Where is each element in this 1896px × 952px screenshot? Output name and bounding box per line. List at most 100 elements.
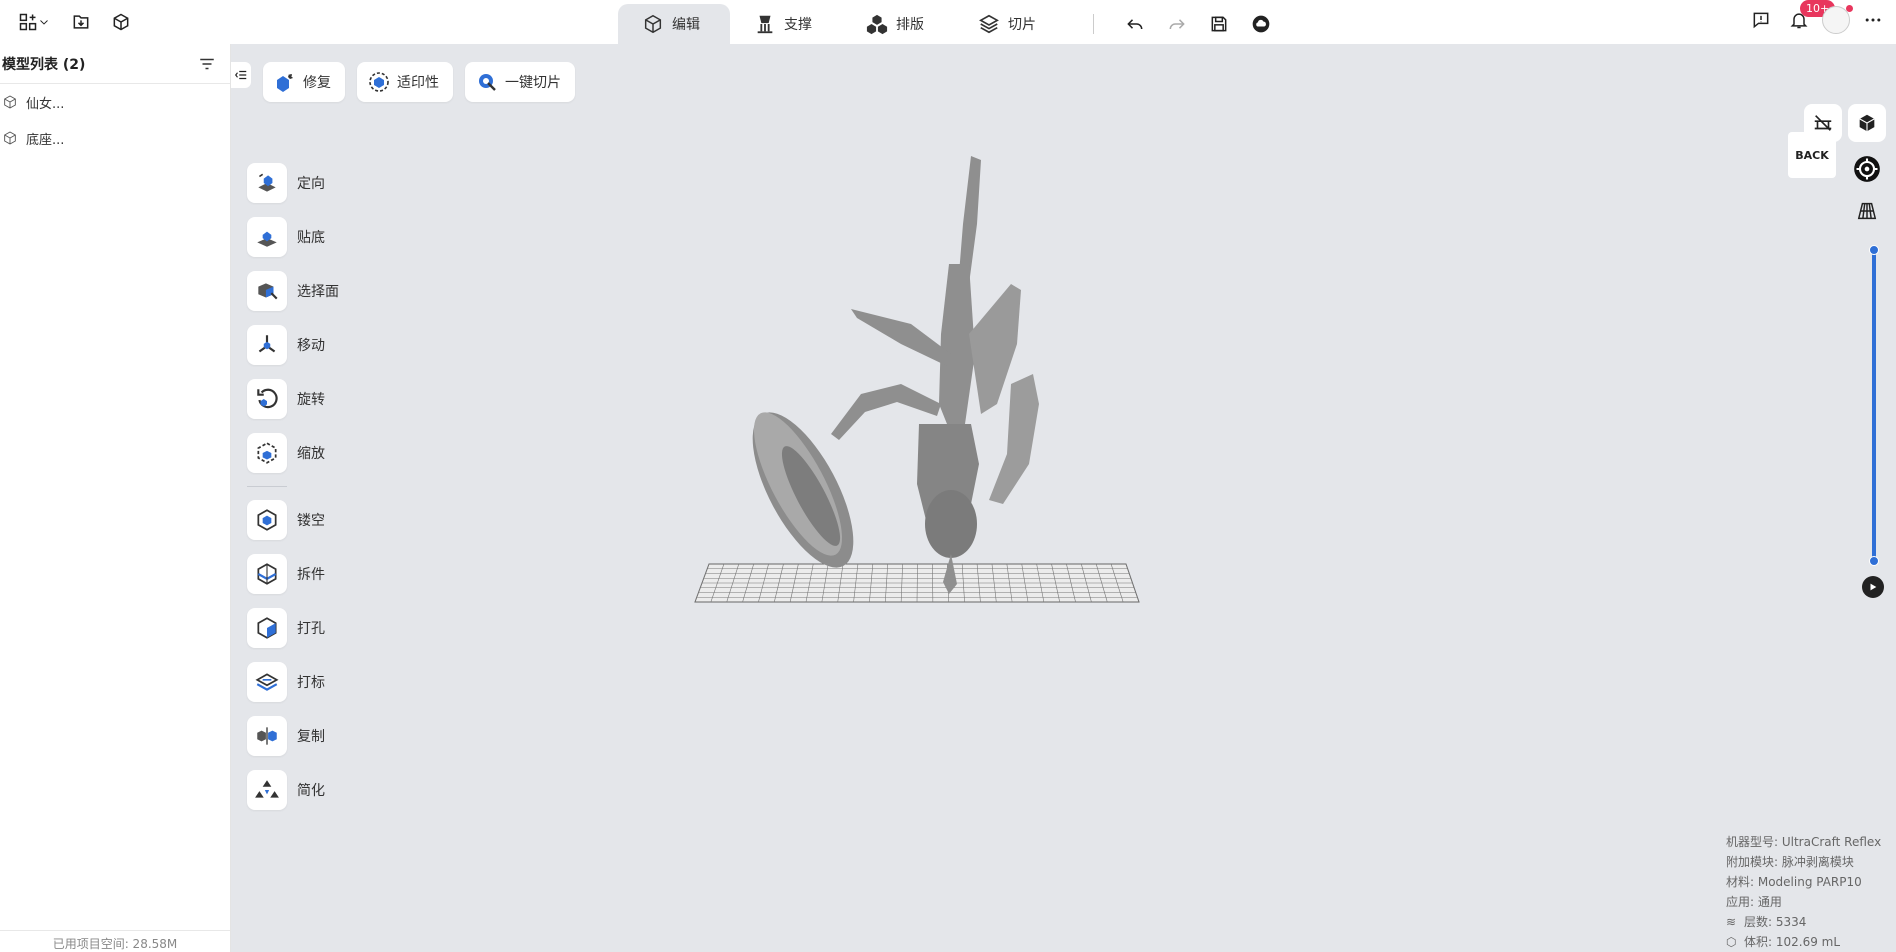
locate-button[interactable]	[1848, 150, 1886, 188]
arrange-icon	[866, 14, 888, 35]
simplify-icon	[255, 780, 279, 798]
more-icon	[1865, 18, 1881, 22]
apps-menu-button[interactable]	[12, 8, 56, 36]
chevron-down-icon	[40, 20, 48, 25]
model-scene[interactable]	[651, 104, 1291, 624]
cube-icon	[4, 131, 16, 145]
one-click-slice-button[interactable]: 一键切片	[465, 62, 575, 102]
model-name: 底座...	[26, 132, 65, 148]
rotate-icon	[257, 388, 278, 409]
redo-button[interactable]	[1162, 10, 1192, 38]
tool-select-face[interactable]: 选择面	[247, 264, 339, 318]
layer-count-value: 层数: 5334	[1744, 915, 1807, 929]
import-icon	[73, 15, 89, 29]
tool-move[interactable]: 移动	[247, 318, 339, 372]
tool-punch-hole[interactable]: 打孔	[247, 601, 339, 655]
play-icon	[1870, 583, 1877, 591]
import-button[interactable]	[66, 8, 96, 36]
feedback-icon	[1753, 12, 1769, 29]
tool-label: 旋转	[297, 392, 325, 408]
notifications-button[interactable]: 10+	[1784, 0, 1836, 34]
orient-icon	[258, 173, 276, 192]
model-list-title: 模型列表 (2)	[2, 56, 86, 73]
addon-module: 附加模块: 脉冲剥离模块	[1726, 855, 1854, 869]
avatar[interactable]	[1822, 5, 1853, 34]
tool-tile	[247, 433, 287, 473]
top-right-tools: 10+	[1746, 0, 1888, 34]
figure-model	[831, 156, 1039, 594]
cube-icon: ⬡	[1726, 935, 1737, 949]
tool-label: 打孔	[297, 621, 325, 637]
tab-label: 切片	[1008, 17, 1036, 33]
tool-simplify[interactable]: 简化	[247, 763, 339, 817]
3d-viewport[interactable]: 修复 适印性 一键切片 定向 贴底 选择面 移动 旋转 缩放 镂空 拆件 打孔 …	[231, 44, 1896, 952]
view-cube-button[interactable]	[1848, 104, 1886, 142]
tool-label: 拆件	[297, 567, 325, 583]
tool-label-mark[interactable]: 打标	[247, 655, 339, 709]
tool-orient[interactable]: 定向	[247, 156, 339, 210]
tool-tile	[247, 662, 287, 702]
more-button[interactable]	[1858, 6, 1888, 34]
tool-tile	[247, 217, 287, 257]
printability-button[interactable]: 适印性	[357, 62, 453, 102]
filter-icon[interactable]	[198, 55, 216, 73]
locate-icon	[1854, 156, 1880, 182]
tool-label: 缩放	[297, 446, 325, 462]
view-cube-icon	[1859, 114, 1875, 132]
tool-hollow[interactable]: 镂空	[247, 493, 339, 547]
feedback-button[interactable]	[1746, 6, 1776, 34]
tool-split[interactable]: 拆件	[247, 547, 339, 601]
material: 材料: Modeling PARP10	[1726, 875, 1862, 889]
tool-tile	[247, 716, 287, 756]
model-list-header: 模型列表 (2)	[0, 44, 230, 84]
play-button[interactable]	[1862, 576, 1884, 598]
undo-button[interactable]	[1120, 10, 1150, 38]
toolbar-divider	[247, 486, 287, 487]
model-library-button[interactable]	[106, 8, 136, 36]
collapse-panel-button[interactable]	[231, 62, 251, 88]
tool-scale[interactable]: 缩放	[247, 426, 339, 480]
undo-icon	[1127, 19, 1143, 30]
apps-grid-icon	[19, 13, 37, 31]
slider-top-handle[interactable]	[1869, 245, 1879, 255]
action-label: 适印性	[397, 75, 439, 91]
save-button[interactable]	[1204, 10, 1234, 38]
layers-icon: ≋	[1726, 915, 1737, 929]
model-item[interactable]: 底座...	[0, 120, 230, 156]
tool-tile	[247, 770, 287, 810]
volume-value: 体积: 102.69 mL	[1744, 935, 1841, 949]
top-bar: 编辑 支撑 排版 切片 10+	[0, 0, 1896, 44]
save-icon	[1211, 16, 1227, 32]
tab-edit[interactable]: 编辑	[618, 4, 730, 44]
repair-button[interactable]: 修复	[263, 62, 345, 102]
printability-icon	[369, 72, 389, 92]
select-face-icon	[258, 283, 278, 300]
hide-support-icon	[1814, 115, 1832, 131]
cloud-icon	[1252, 15, 1270, 33]
tool-lay-flat[interactable]: 贴底	[247, 210, 339, 264]
tab-arrange[interactable]: 排版	[842, 4, 954, 44]
slider-track	[1872, 250, 1876, 560]
lay-flat-icon	[257, 231, 277, 247]
model-item[interactable]: 仙女...	[0, 84, 230, 120]
tab-support[interactable]: 支撑	[730, 4, 842, 44]
action-label: 修复	[303, 75, 331, 91]
history-tools	[1093, 10, 1276, 38]
tool-tile	[247, 500, 287, 540]
redo-icon	[1169, 19, 1185, 30]
slider-bottom-handle[interactable]	[1869, 556, 1879, 566]
cloud-button[interactable]	[1246, 10, 1276, 38]
tool-tile	[247, 608, 287, 648]
mode-tabs: 编辑 支撑 排版 切片	[618, 4, 1066, 44]
grid-toggle-button[interactable]	[1848, 192, 1886, 230]
tool-duplicate[interactable]: 复制	[247, 709, 339, 763]
tab-slice[interactable]: 切片	[954, 4, 1066, 44]
tool-tile	[247, 163, 287, 203]
back-view-button[interactable]: BACK	[1788, 132, 1836, 178]
layer-slider[interactable]	[1868, 244, 1880, 574]
cube-outline-icon	[644, 14, 662, 34]
layers-icon	[979, 14, 999, 34]
tab-label: 支撑	[784, 17, 812, 33]
tool-rotate[interactable]: 旋转	[247, 372, 339, 426]
print-info: 机器型号: UltraCraft Reflex 附加模块: 脉冲剥离模块 材料:…	[1726, 832, 1886, 952]
